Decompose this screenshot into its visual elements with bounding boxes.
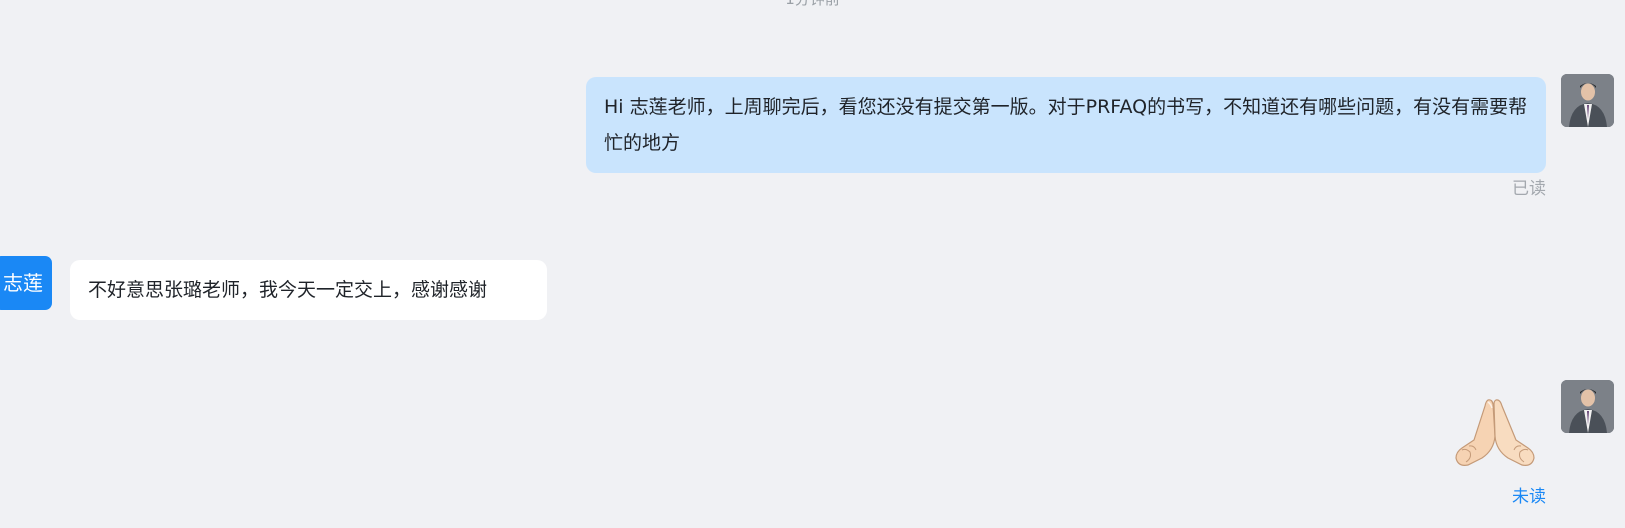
folded-hands-icon [1455,399,1535,466]
chat-message-list: 1分钟前 Hi 志莲老师，上周聊完后，看您还没有提交第一版。对于PRFAQ的书写… [0,0,1625,528]
user-avatar[interactable] [1561,380,1614,433]
incoming-message-bubble[interactable]: 不好意思张璐老师，我今天一定交上，感谢感谢 [70,260,547,320]
person-photo-icon [1561,74,1614,127]
message-timestamp: 1分钟前 [0,0,1625,8]
unread-status-label: 未读 [1512,487,1546,507]
user-avatar[interactable] [1561,74,1614,127]
emoji-message[interactable] [1452,398,1536,468]
person-photo-icon [1561,380,1614,433]
outgoing-message-bubble[interactable]: Hi 志莲老师，上周聊完后，看您还没有提交第一版。对于PRFAQ的书写，不知道还… [586,77,1546,173]
contact-avatar[interactable]: 志莲 [0,256,52,310]
read-status-label: 已读 [1512,179,1546,199]
